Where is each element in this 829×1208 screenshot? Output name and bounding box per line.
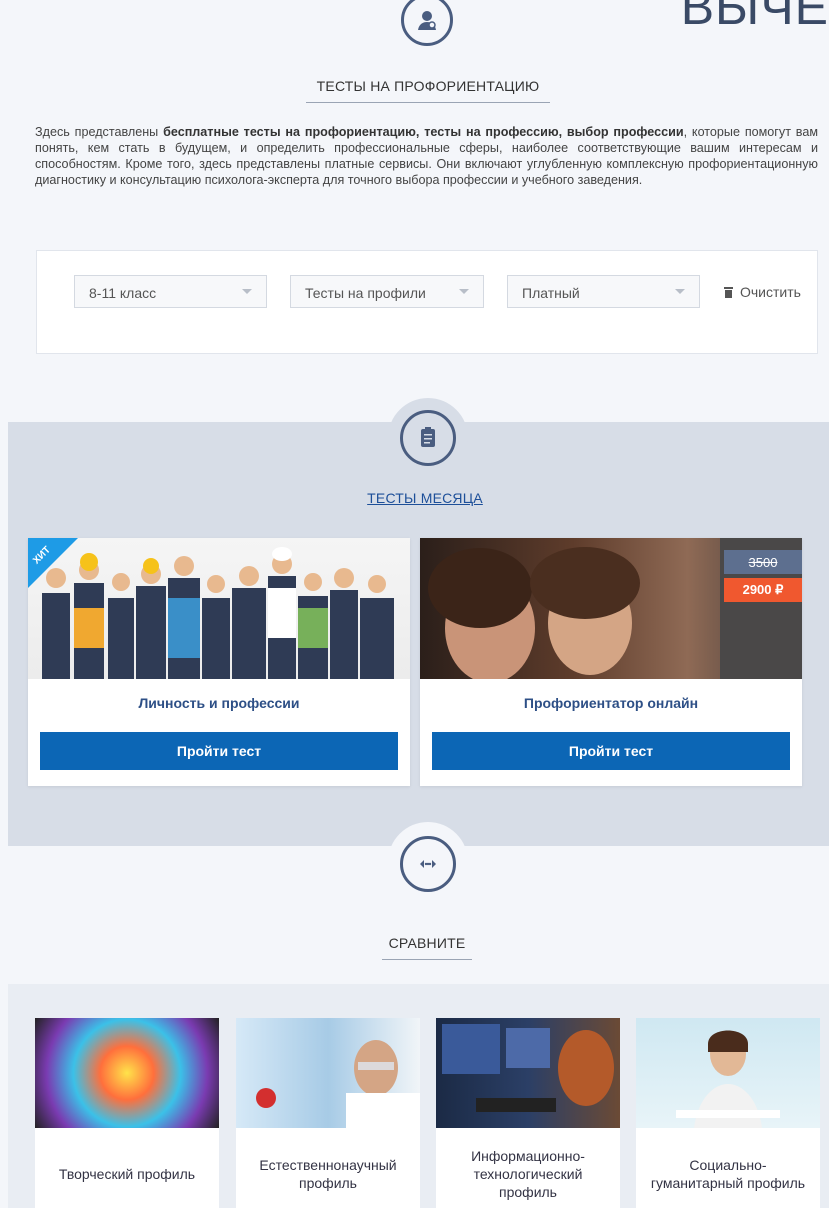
chevron-down-icon xyxy=(459,289,469,294)
test-name[interactable]: Личность и профессии xyxy=(28,695,410,711)
test-name[interactable]: Профориентатор онлайн xyxy=(420,695,802,711)
compare-arrows-icon xyxy=(400,836,456,892)
test-type-select[interactable]: Тесты на профили xyxy=(290,275,484,308)
partial-heading-text: ВЫЧЕ xyxy=(680,0,829,35)
section-title-compare: СРАВНИТЕ xyxy=(382,935,472,960)
profile-image-creative xyxy=(35,1018,219,1128)
chevron-down-icon xyxy=(242,289,252,294)
profile-name[interactable]: Естественнонаучный профиль xyxy=(244,1138,412,1208)
intro-text: Здесь представлены бесплатные тесты на п… xyxy=(35,125,819,187)
start-test-button[interactable]: Пройти тест xyxy=(40,732,398,770)
start-test-button[interactable]: Пройти тест xyxy=(432,732,790,770)
filters-panel: 8-11 класс Тесты на профили Платный Очис… xyxy=(36,250,818,354)
chevron-down-icon xyxy=(675,289,685,294)
test-image-people xyxy=(28,538,410,679)
document-icon xyxy=(400,410,456,466)
profile-image-it xyxy=(436,1018,620,1128)
section-title-month[interactable]: ТЕСТЫ МЕСЯЦА xyxy=(350,490,500,506)
profile-card[interactable]: Информационно-технологический профиль xyxy=(436,1018,620,1208)
test-card[interactable]: ХИТ Личность и профессии Пройти тест xyxy=(28,538,410,786)
profile-image-science xyxy=(236,1018,420,1128)
profile-card[interactable]: Естественнонаучный профиль xyxy=(236,1018,420,1208)
profile-image-social xyxy=(636,1018,820,1128)
new-price: 2900 ₽ xyxy=(724,578,802,602)
old-price: 3500 xyxy=(724,550,802,574)
profile-name[interactable]: Социально-гуманитарный профиль xyxy=(644,1138,812,1208)
trash-icon xyxy=(724,287,733,298)
profile-name[interactable]: Творческий профиль xyxy=(43,1138,211,1208)
profile-card[interactable]: Социально-гуманитарный профиль xyxy=(636,1018,820,1208)
grade-select[interactable]: 8-11 класс xyxy=(74,275,267,308)
profile-name[interactable]: Информационно-технологический профиль xyxy=(444,1138,612,1208)
profile-card[interactable]: Творческий профиль xyxy=(35,1018,219,1208)
clear-filters-button[interactable]: Очистить xyxy=(723,284,801,300)
price-select[interactable]: Платный xyxy=(507,275,700,308)
test-card[interactable]: 3500 2900 ₽ Профориентатор онлайн Пройти… xyxy=(420,538,802,786)
section-title-profor: ТЕСТЫ НА ПРОФОРИЕНТАЦИЮ xyxy=(306,78,550,103)
person-gear-icon xyxy=(401,0,453,46)
